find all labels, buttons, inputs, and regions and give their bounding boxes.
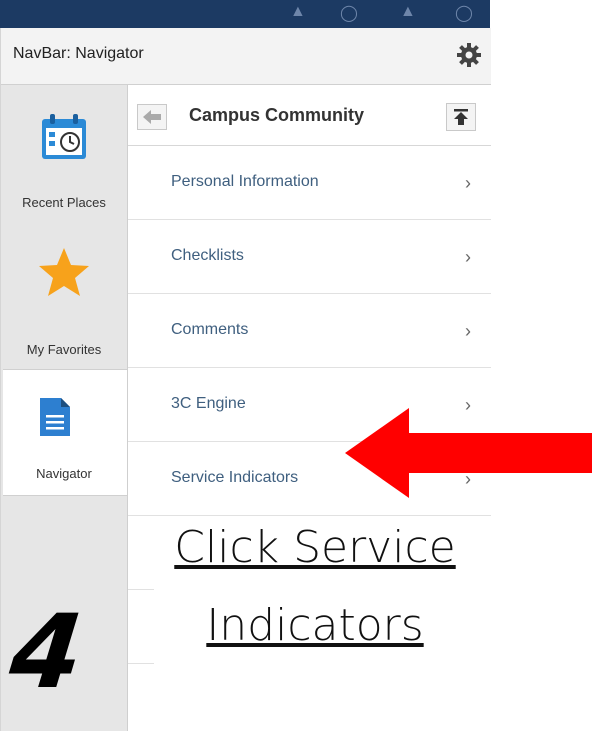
top-banner: ▲ ◯ ▲ ◯ (0, 0, 490, 28)
panel-header: NavBar: Navigator (1, 28, 491, 85)
side-nav-label: Navigator (36, 466, 92, 481)
menu-item-comments[interactable]: Comments › (128, 294, 491, 368)
side-nav-navigator[interactable]: Navigator (3, 369, 127, 496)
panel-title: NavBar: Navigator (13, 45, 144, 62)
banner-icon: ◯ (455, 5, 473, 22)
banner-icon: ▲ (290, 3, 306, 20)
scroll-top-icon (454, 109, 468, 125)
document-icon (40, 398, 70, 436)
instruction-line-2: Indicators (206, 600, 424, 651)
breadcrumb: Campus Community (128, 85, 491, 146)
red-arrow-annotation (345, 408, 592, 498)
side-nav-label: My Favorites (26, 342, 102, 357)
scroll-top-button[interactable] (446, 103, 476, 131)
calendar-clock-icon (42, 114, 86, 159)
gear-icon[interactable] (456, 42, 482, 68)
back-button[interactable] (137, 104, 167, 130)
chevron-right-icon: › (465, 173, 471, 193)
menu-item-label: Personal Information (171, 173, 319, 190)
back-arrow-icon (143, 110, 161, 124)
side-nav-my-favorites[interactable]: My Favorites (1, 225, 127, 357)
menu-item-label: Comments (171, 321, 249, 338)
breadcrumb-title: Campus Community (189, 105, 365, 125)
menu-item-label: 3C Engine (171, 395, 246, 412)
menu-item-label: Service Indicators (171, 469, 299, 486)
banner-icon: ▲ (400, 3, 416, 20)
menu-item-checklists[interactable]: Checklists › (128, 220, 491, 294)
banner-icon: ◯ (340, 5, 358, 22)
side-nav: Recent Places My Favorites Navigator 4 (1, 85, 128, 731)
side-nav-recent-places[interactable]: Recent Places (1, 99, 127, 219)
star-icon (39, 248, 89, 296)
chevron-right-icon: › (465, 321, 471, 341)
side-nav-label: Recent Places (22, 195, 106, 210)
instruction-line-1: Click Service (174, 522, 456, 573)
step-number: 4 (4, 593, 87, 712)
menu-item-label: Checklists (171, 247, 244, 264)
menu-item-personal-information[interactable]: Personal Information › (128, 146, 491, 220)
chevron-right-icon: › (465, 247, 471, 267)
